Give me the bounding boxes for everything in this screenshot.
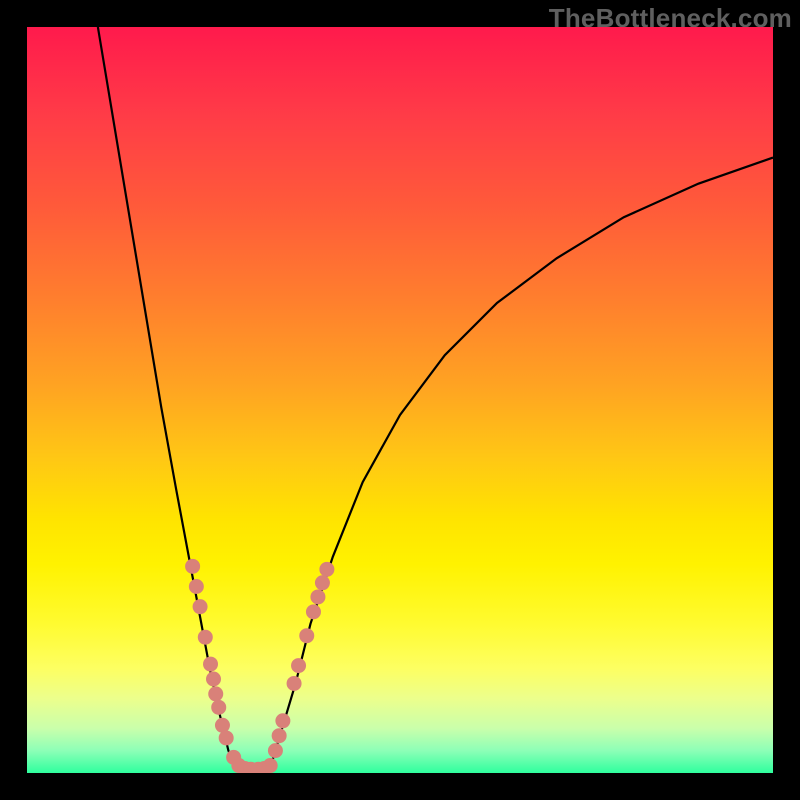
outer-frame: TheBottleneck.com [0,0,800,800]
data-point [315,575,330,590]
data-point [189,579,204,594]
data-point [219,730,234,745]
data-point-group [185,559,334,773]
data-point [299,628,314,643]
data-point [319,562,334,577]
curve-right-branch [269,158,773,769]
data-point [215,718,230,733]
data-point [275,713,290,728]
data-point [206,672,221,687]
data-point [272,728,287,743]
plot-area [27,27,773,773]
data-point [306,604,321,619]
data-point [185,559,200,574]
data-point [287,676,302,691]
data-point [268,743,283,758]
data-point [291,658,306,673]
data-point [263,758,278,773]
data-point [208,686,223,701]
data-point [193,599,208,614]
data-point [198,630,213,645]
chart-svg [27,27,773,773]
curve-left-branch [98,27,236,769]
data-point [203,657,218,672]
data-point [310,589,325,604]
data-point [211,700,226,715]
